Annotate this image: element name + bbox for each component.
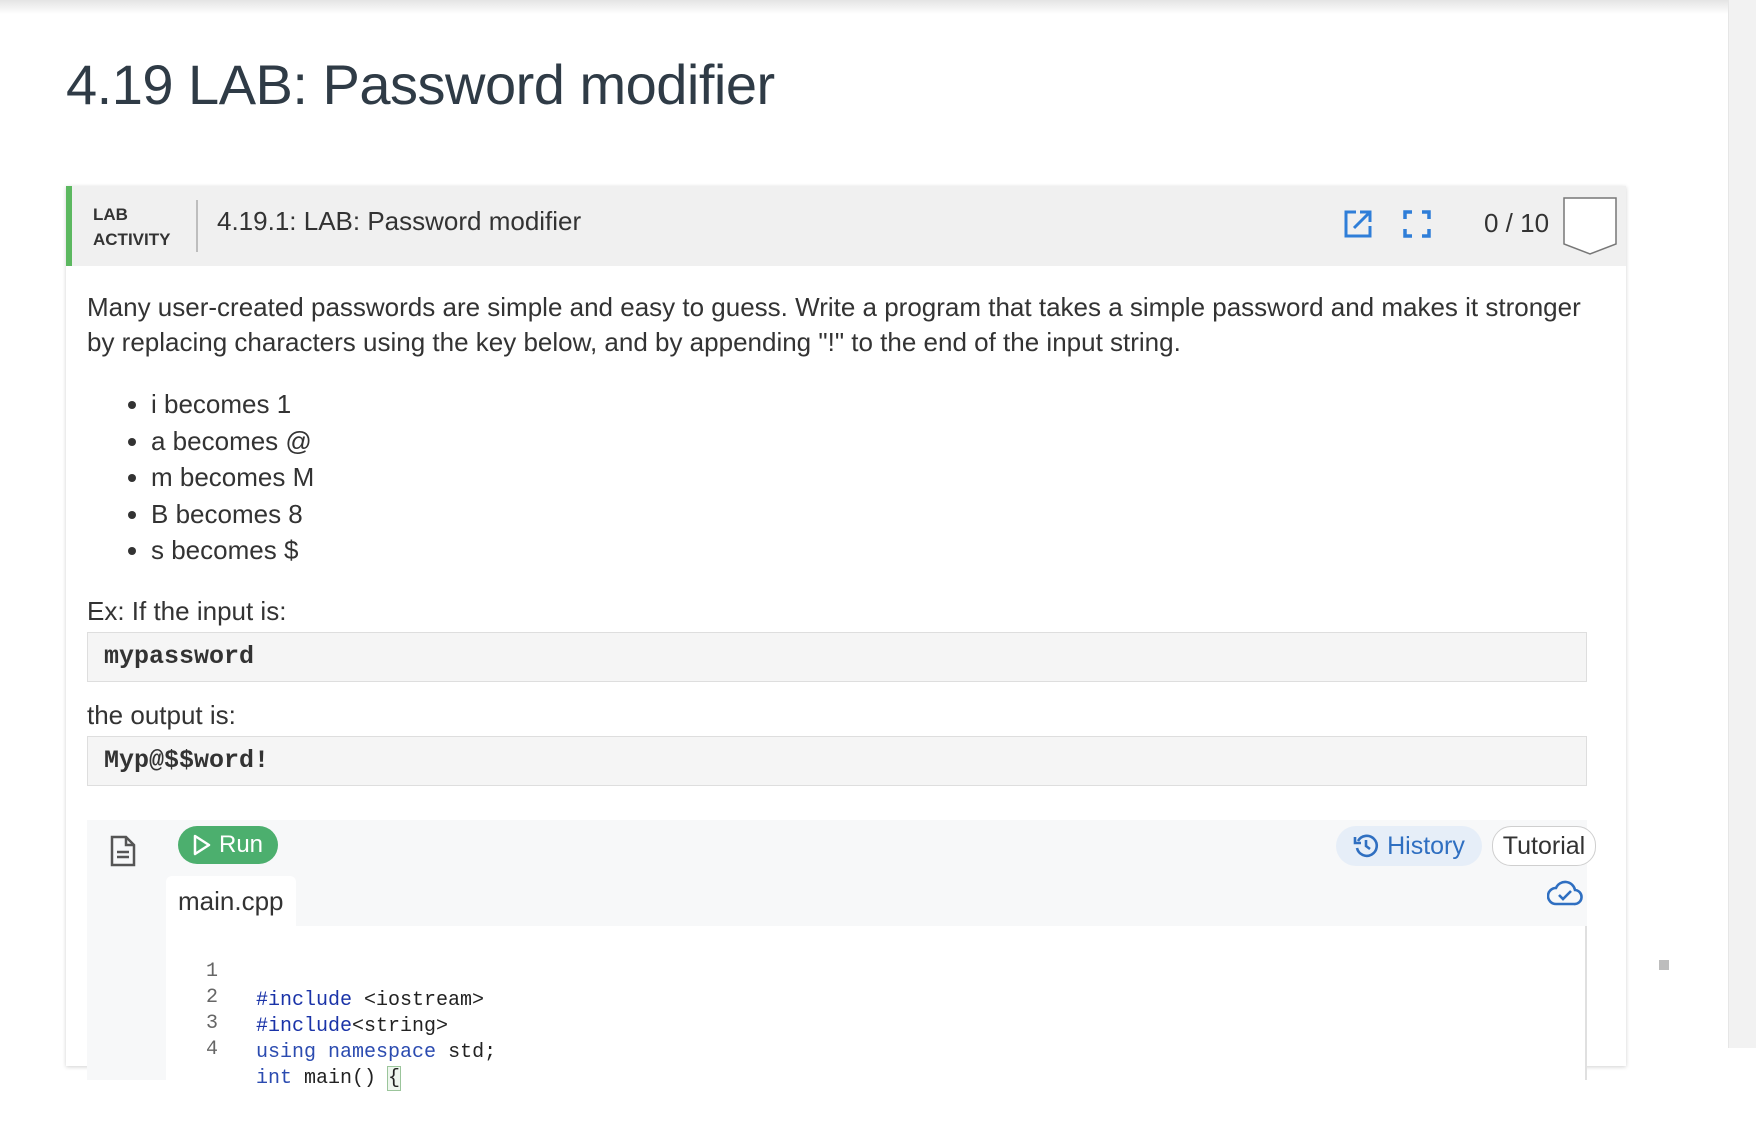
code-text[interactable]: #include <iostream> (256, 986, 484, 1015)
line-number: 4 (205, 1038, 218, 1061)
list-item: a becomes @ (151, 423, 314, 460)
file-tab-main-cpp[interactable]: main.cpp (166, 876, 296, 926)
example-input-label: Ex: If the input is: (87, 596, 287, 626)
open-new-window-button[interactable] (1338, 204, 1378, 244)
code-line[interactable]: 1 #include <iostream> (166, 928, 484, 1012)
list-item: m becomes M (151, 459, 314, 496)
run-button[interactable]: Run (178, 826, 278, 864)
history-button[interactable]: History (1336, 826, 1482, 866)
problem-description: Many user-created passwords are simple a… (87, 292, 1581, 357)
score-value: 0 / 10 (1484, 208, 1550, 238)
example-output-box: Myp@$$word! (87, 736, 1587, 786)
history-label: History (1387, 831, 1465, 860)
score-shield-icon (1563, 197, 1617, 255)
tutorial-button[interactable]: Tutorial (1492, 826, 1596, 866)
example-output-label: the output is: (87, 700, 236, 730)
activity-type-line1: LAB (93, 205, 128, 224)
coding-workspace: Run History Tutorial main.cpp 1 #include… (87, 820, 1669, 1091)
code-text[interactable]: using namespace std; (256, 1038, 496, 1067)
code-line[interactable]: 4 int main() { (166, 1006, 402, 1091)
code-line[interactable]: 3 using namespace std; (166, 980, 496, 1064)
editor-scroll-indicator[interactable] (1659, 960, 1669, 970)
fullscreen-icon (1403, 210, 1431, 238)
list-item: s becomes $ (151, 532, 314, 569)
fullscreen-button[interactable] (1397, 204, 1437, 244)
page-scrollbar[interactable] (1728, 0, 1756, 1048)
activity-header: LAB ACTIVITY 4.19.1: LAB: Password modif… (66, 186, 1626, 266)
example-input-box: mypassword (87, 632, 1587, 682)
cloud-saved-icon (1547, 880, 1583, 906)
header-divider (196, 200, 198, 252)
top-bar-shadow (0, 0, 1756, 14)
activity-type-label: LAB ACTIVITY (93, 202, 170, 252)
run-label: Run (218, 831, 264, 858)
list-item: i becomes 1 (151, 386, 314, 423)
code-editor[interactable]: 1 #include <iostream> 2 #include<string>… (166, 926, 1669, 1091)
list-item: B becomes 8 (151, 496, 314, 533)
replacement-key-list: i becomes 1 a becomes @ m becomes M B be… (87, 386, 314, 569)
activity-title: 4.19.1: LAB: Password modifier (217, 206, 582, 236)
lab-activity-card: LAB ACTIVITY 4.19.1: LAB: Password modif… (66, 186, 1669, 1091)
code-text[interactable]: #include<string> (256, 1012, 448, 1041)
code-line[interactable]: 2 #include<string> (166, 954, 448, 1038)
play-icon (193, 834, 211, 856)
open-new-window-icon (1344, 210, 1372, 238)
activity-type-line2: ACTIVITY (93, 230, 171, 249)
code-text[interactable]: int main() { (256, 1064, 402, 1093)
file-icon[interactable] (110, 835, 136, 867)
page-title: 4.19 LAB: Password modifier (66, 53, 775, 116)
history-icon (1353, 834, 1379, 858)
